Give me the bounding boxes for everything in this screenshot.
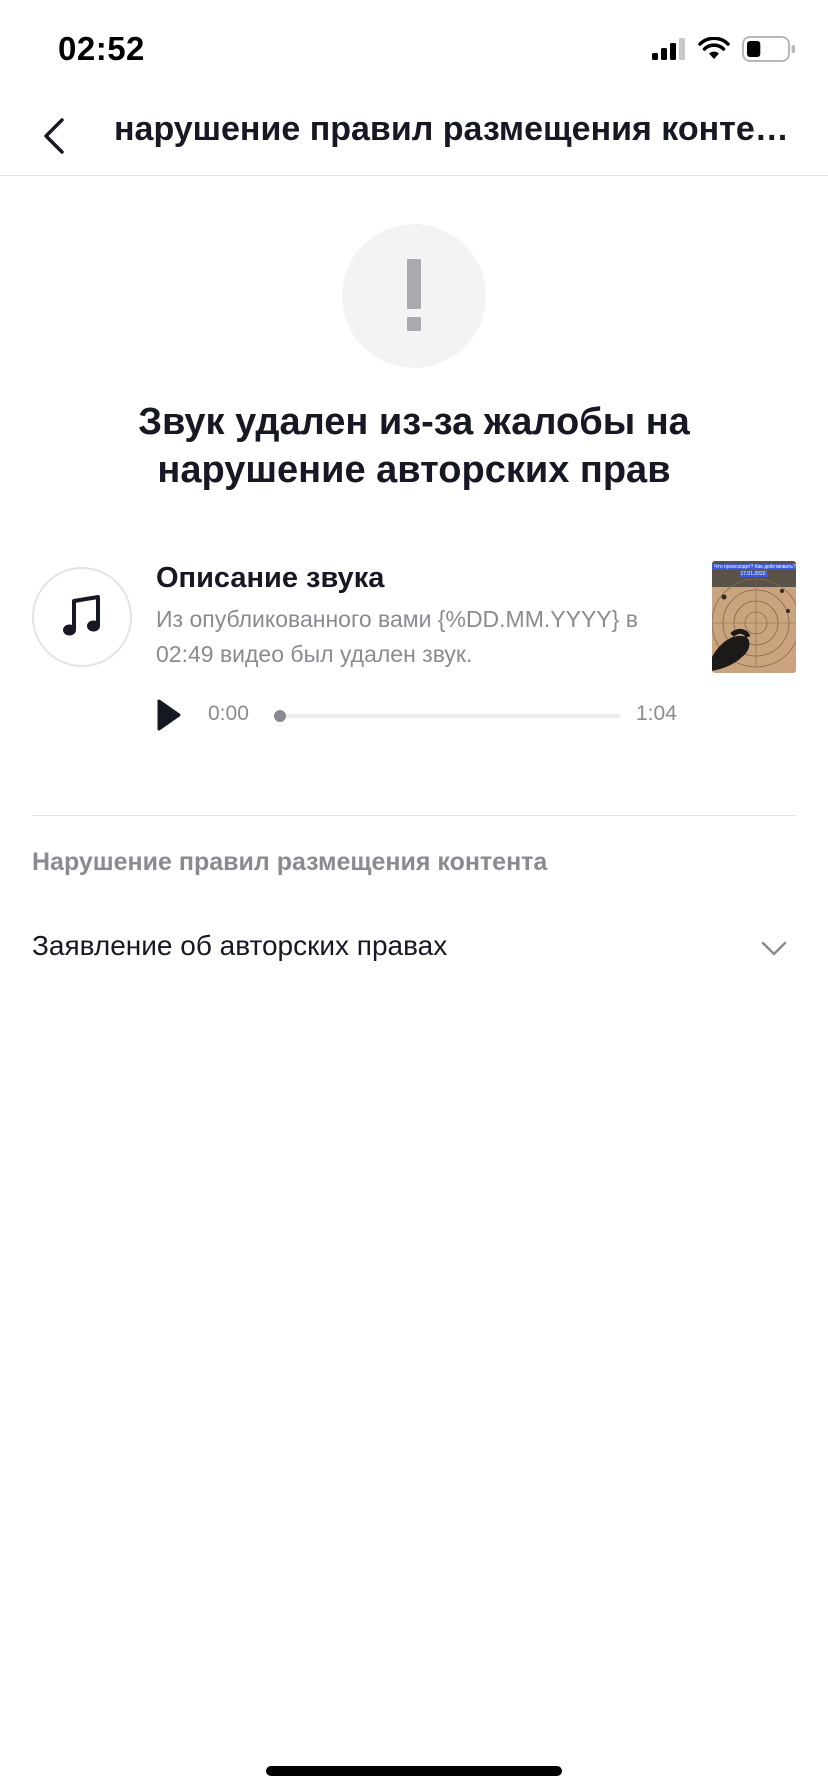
alert-badge bbox=[342, 224, 486, 368]
current-time: 0:00 bbox=[208, 702, 249, 725]
status-icons bbox=[652, 36, 796, 62]
status-bar: 02:52 bbox=[0, 0, 828, 100]
progress-handle[interactable] bbox=[274, 710, 286, 722]
status-time: 02:52 bbox=[58, 30, 145, 67]
sound-title: Описание звука bbox=[156, 562, 385, 594]
home-indicator bbox=[266, 1766, 562, 1776]
battery-icon bbox=[742, 36, 795, 62]
back-button[interactable] bbox=[26, 108, 82, 164]
signal-icon bbox=[652, 38, 685, 60]
chevron-down-icon bbox=[761, 941, 787, 956]
total-time: 1:04 bbox=[636, 702, 677, 725]
wifi-icon bbox=[698, 37, 730, 59]
audio-player: 0:00 1:04 bbox=[156, 698, 680, 732]
dropdown-label: Заявление об авторских правах bbox=[32, 930, 448, 961]
sound-avatar bbox=[32, 567, 132, 667]
progress-track[interactable] bbox=[274, 710, 620, 722]
page-title: нарушение правил размещения контента bbox=[114, 110, 804, 148]
video-thumbnail[interactable]: Что происходит? Как действовать? 17.01.2… bbox=[712, 561, 796, 673]
exclamation-icon bbox=[407, 259, 421, 331]
music-note-icon bbox=[63, 595, 100, 636]
divider bbox=[32, 815, 796, 816]
chevron-left-icon bbox=[44, 118, 64, 154]
section-label: Нарушение правил размещения контента bbox=[32, 848, 548, 876]
sound-description: Из опубликованного вами {%DD.MM.YYYY} в … bbox=[156, 606, 638, 667]
thumbnail-caption: Что происходит? Как действовать? 17.01.2… bbox=[712, 564, 796, 577]
copyright-claim-dropdown[interactable]: Заявление об авторских правах bbox=[32, 922, 796, 972]
play-button[interactable] bbox=[156, 698, 182, 732]
headline: Звук удален из-за жалобы на нарушение ав… bbox=[138, 401, 690, 491]
nav-bar: нарушение правил размещения контента bbox=[0, 100, 828, 176]
